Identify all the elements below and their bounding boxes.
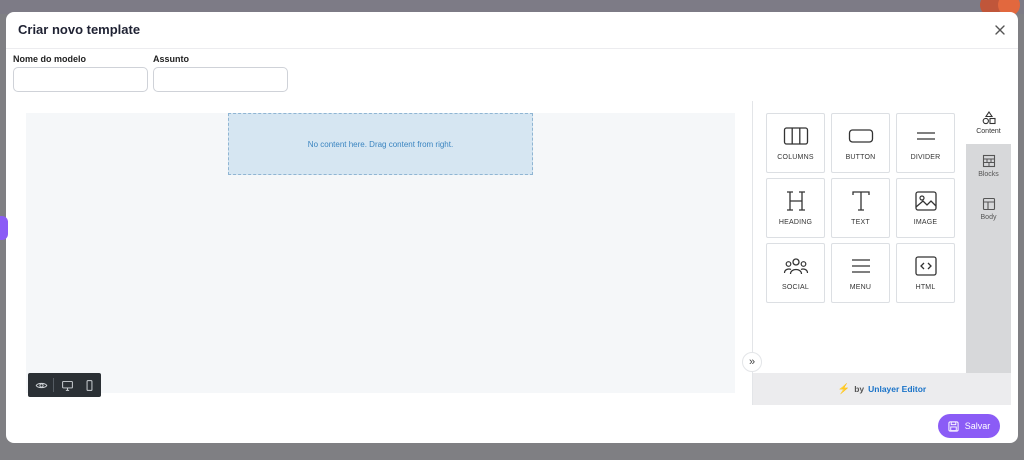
collapse-panel-button[interactable]: » [742, 352, 762, 372]
close-icon [995, 25, 1005, 35]
tool-label: BUTTON [845, 154, 876, 161]
body-layout-icon [982, 197, 995, 210]
tool-label: MENU [849, 284, 872, 291]
tool-columns[interactable]: COLUMNS [766, 113, 825, 173]
text-icon [851, 191, 870, 211]
tab-label: Blocks [978, 170, 999, 178]
mobile-icon [86, 379, 92, 391]
image-icon [914, 191, 937, 211]
unlayer-editor-link[interactable]: Unlayer Editor [868, 384, 926, 394]
shapes-icon [982, 110, 996, 124]
modal-title: Criar novo template [18, 22, 141, 37]
tool-social[interactable]: SOCIAL [766, 243, 825, 303]
tool-divider[interactable]: DIVIDER [896, 113, 955, 173]
double-chevron-right-icon: » [748, 356, 756, 368]
lightning-icon: ⚡ [837, 383, 851, 395]
editor-canvas[interactable]: No content here. Drag content from right… [26, 113, 735, 397]
template-name-label: Nome do modelo [13, 54, 87, 64]
email-editor: No content here. Drag content from right… [14, 101, 1011, 406]
tool-label: COLUMNS [777, 154, 814, 161]
subject-input[interactable] [153, 67, 288, 92]
mobile-view-button[interactable] [80, 376, 98, 394]
tab-label: Body [980, 213, 997, 221]
close-button[interactable] [992, 22, 1008, 38]
html-icon [914, 256, 937, 276]
columns-icon [783, 127, 808, 145]
tab-label: Content [976, 127, 1001, 135]
tool-heading[interactable]: HEADING [766, 178, 825, 238]
modal-header: Criar novo template [6, 12, 1018, 49]
preview-button[interactable] [32, 376, 50, 394]
subject-label: Assunto [153, 54, 189, 64]
tool-label: SOCIAL [782, 284, 809, 291]
toolbar-divider [53, 378, 54, 392]
tool-text[interactable]: TEXT [831, 178, 890, 238]
content-tools-grid: COLUMNS BUTTON DIVIDER HEADING TEXT IMAG… [753, 101, 966, 373]
tool-label: TEXT [851, 219, 870, 226]
desktop-icon [61, 380, 73, 391]
tools-panel: COLUMNS BUTTON DIVIDER HEADING TEXT IMAG… [742, 101, 1011, 405]
social-icon [783, 258, 808, 275]
save-button[interactable]: Salvar [938, 414, 1000, 438]
tab-body[interactable]: Body [966, 187, 1011, 230]
blocks-icon [982, 154, 995, 167]
tool-html[interactable]: HTML [896, 243, 955, 303]
panel-tabs: Content Blocks Body [966, 101, 1011, 373]
tab-content[interactable]: Content [966, 101, 1011, 144]
background-app-bottom [0, 443, 1024, 460]
tool-label: HEADING [778, 219, 813, 226]
tool-button[interactable]: BUTTON [831, 113, 890, 173]
tab-blocks[interactable]: Blocks [966, 144, 1011, 187]
eye-icon [35, 382, 47, 388]
create-template-modal: Criar novo template Nome do modelo Assun… [6, 12, 1018, 443]
view-toolbar [28, 373, 101, 397]
menu-icon [851, 259, 870, 273]
save-icon [948, 420, 959, 432]
panel-footer: ⚡ by Unlayer Editor [753, 373, 1011, 405]
template-name-input[interactable] [13, 67, 148, 92]
tool-label: IMAGE [913, 219, 938, 226]
tool-label: HTML [915, 284, 936, 291]
tool-label: DIVIDER [910, 154, 941, 161]
background-sidebar-toggle[interactable] [0, 216, 8, 240]
divider-icon [916, 132, 935, 140]
button-icon [848, 129, 873, 143]
tool-menu[interactable]: MENU [831, 243, 890, 303]
tool-image[interactable]: IMAGE [896, 178, 955, 238]
empty-dropzone[interactable]: No content here. Drag content from right… [228, 113, 533, 175]
dropzone-message: No content here. Drag content from right… [307, 139, 454, 149]
desktop-view-button[interactable] [58, 376, 76, 394]
footer-by: by [854, 384, 865, 394]
heading-icon [786, 191, 805, 211]
save-label: Salvar [964, 421, 991, 431]
